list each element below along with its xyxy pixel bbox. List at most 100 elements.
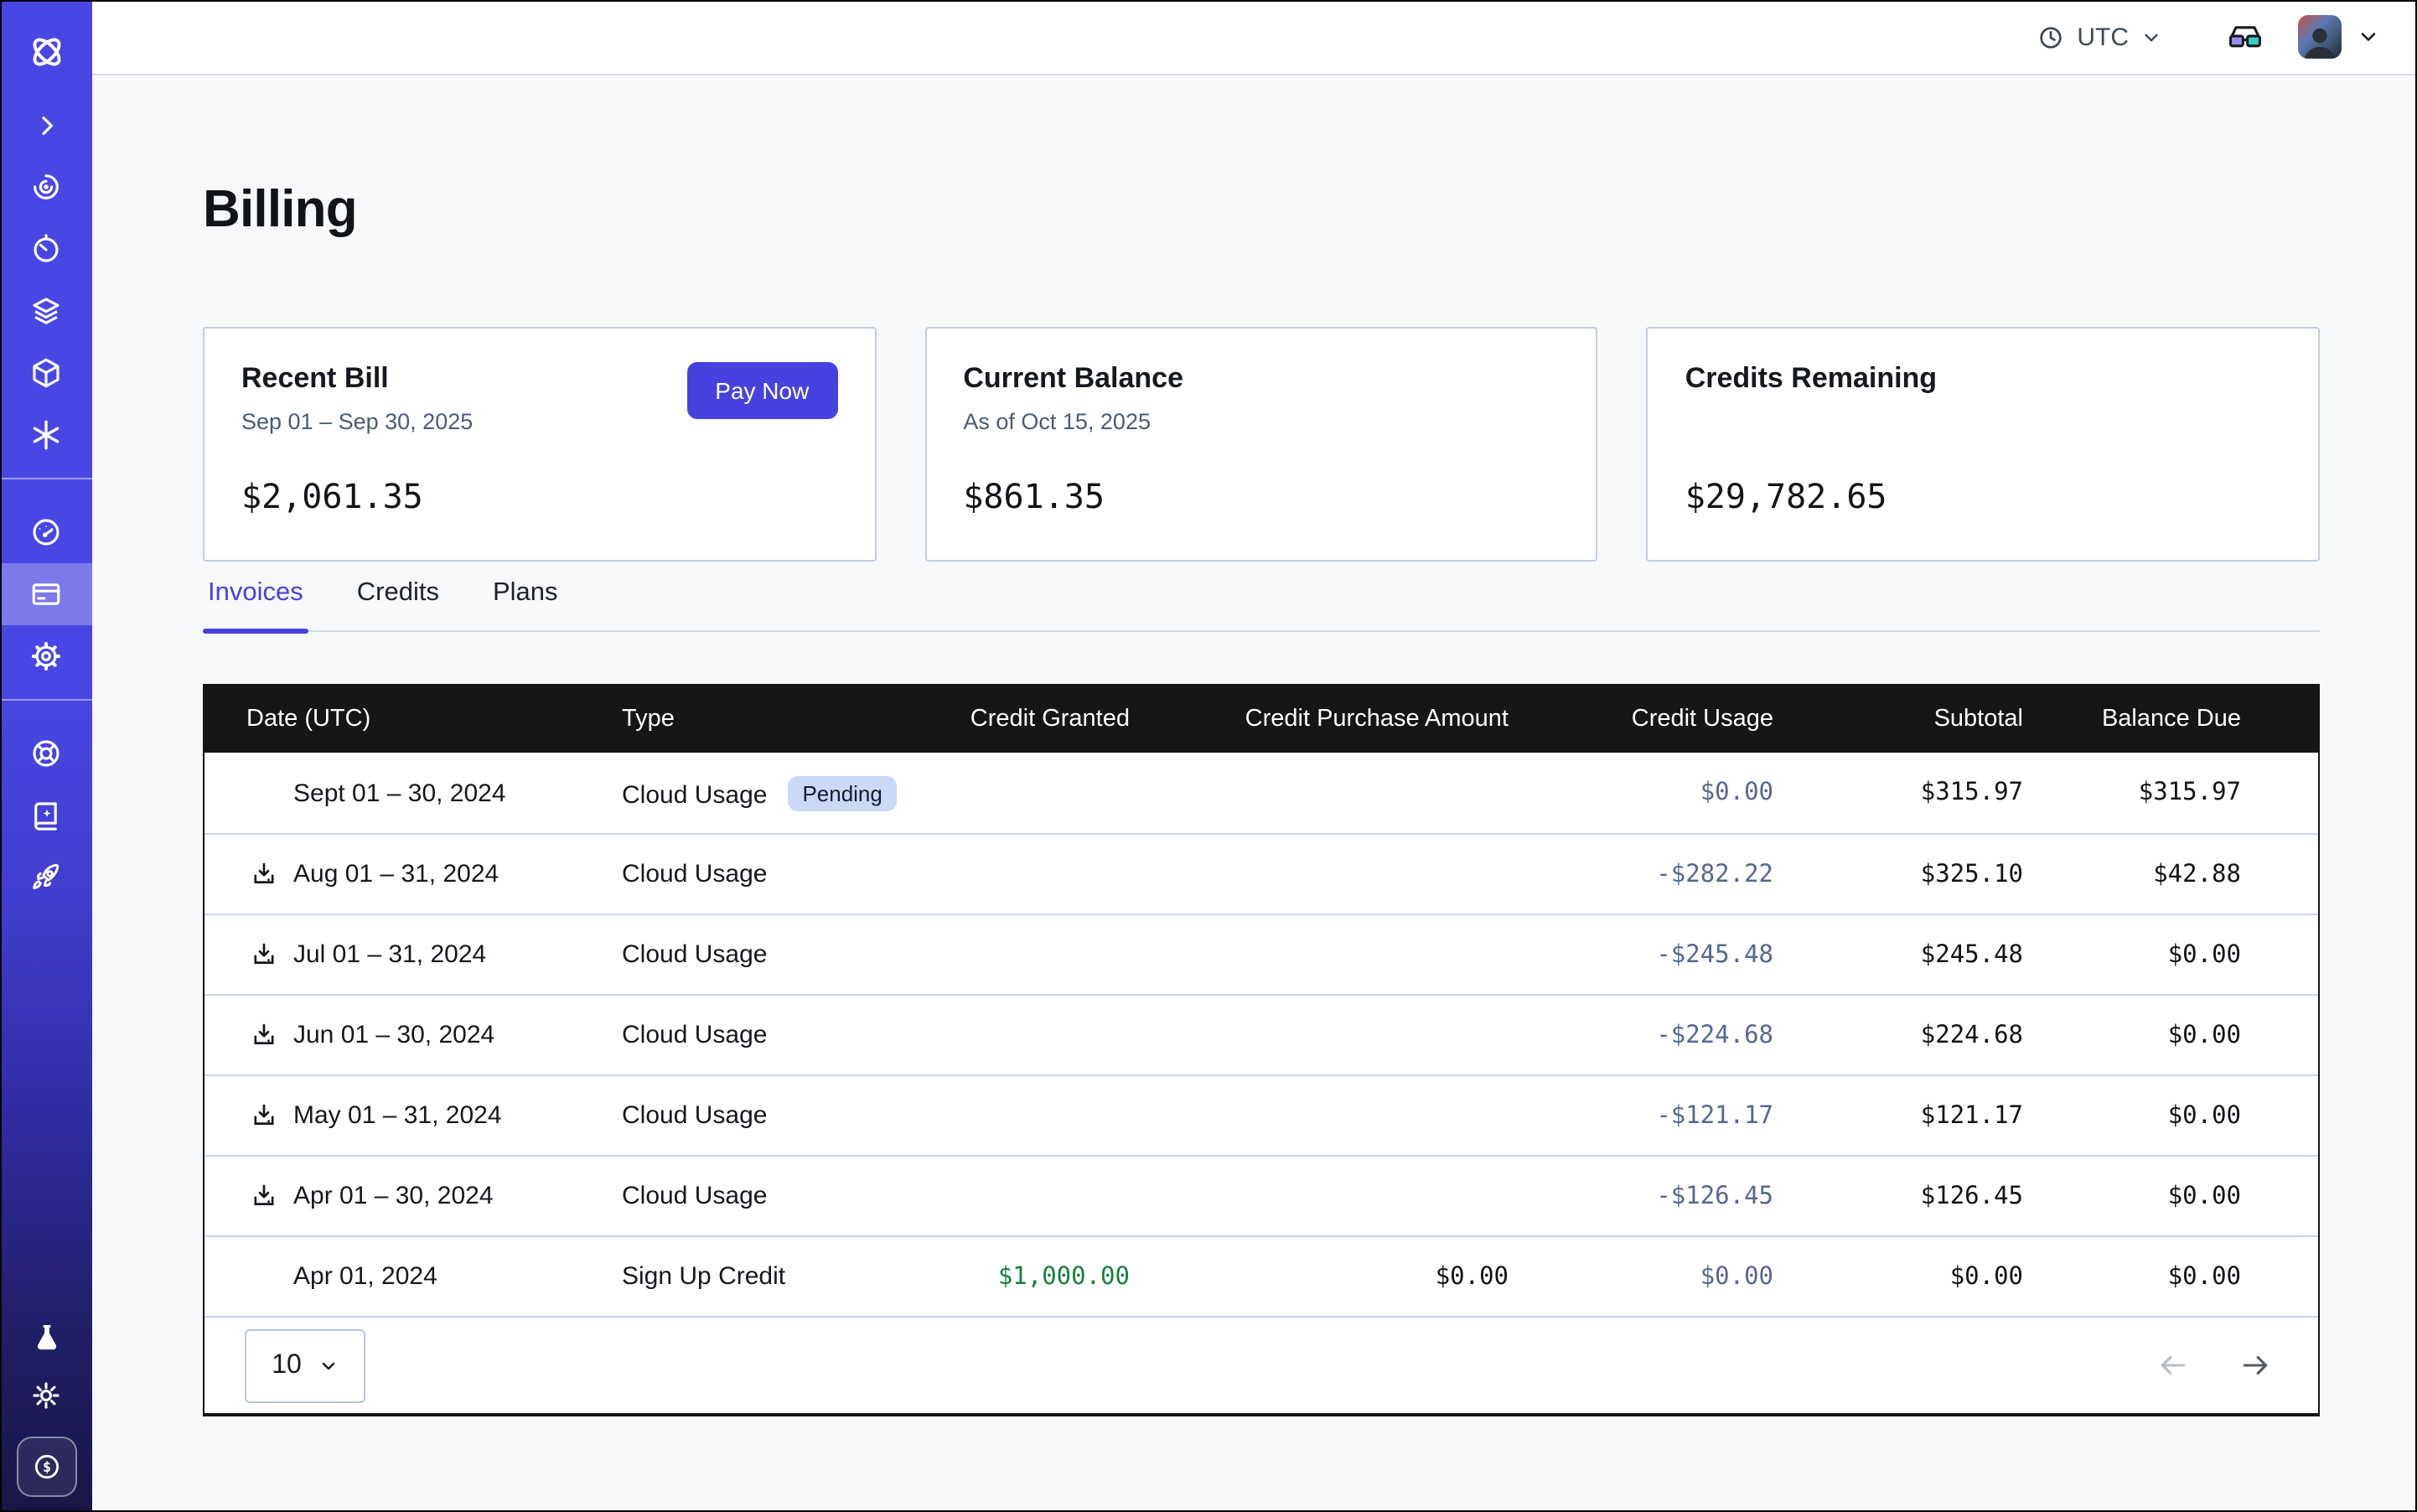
sidebar-item-deployments-layers-icon[interactable]: [0, 280, 92, 342]
chevron-down-icon: [318, 1355, 339, 1375]
sidebar-item-schedules-timer-icon[interactable]: [0, 218, 92, 280]
invoice-date: Aug 01 – 31, 2024: [293, 860, 499, 888]
next-page-arrow-button[interactable]: [2239, 1349, 2271, 1381]
tab-plans[interactable]: Plans: [488, 578, 563, 630]
balance-due-value: $0.00: [2023, 941, 2241, 968]
subtotal-value: $121.17: [1773, 1102, 2023, 1129]
invoice-type-cell: Cloud Usage: [622, 1182, 845, 1210]
temporal-logo-icon[interactable]: [0, 10, 92, 94]
invoice-type: Cloud Usage: [622, 780, 767, 809]
invoice-date: Jul 01 – 31, 2024: [293, 940, 486, 969]
glasses-icon[interactable]: [2226, 22, 2264, 52]
sidebar-expand-chevron-right-icon[interactable]: [0, 94, 92, 156]
credits-remaining-card: Credits Remaining $29,782.65: [1647, 327, 2320, 562]
sidebar-item-docs-book-icon[interactable]: [0, 784, 92, 847]
invoice-date-cell: Jul 01 – 31, 2024: [204, 938, 622, 971]
download-invoice-button[interactable]: [246, 1018, 280, 1052]
invoice-date: Sept 01 – 30, 2024: [293, 779, 506, 807]
sidebar-divider: [0, 478, 92, 479]
avatar[interactable]: [2298, 15, 2342, 59]
invoice-type: Cloud Usage: [622, 860, 767, 888]
billing-tabs: Invoices Credits Plans: [203, 578, 2320, 632]
balance-due-value: $0.00: [2023, 1183, 2241, 1209]
credit-usage-value: $0.00: [1509, 1263, 1773, 1290]
invoice-date-cell: Jun 01 – 30, 2024: [204, 1018, 622, 1052]
table-footer: 10: [204, 1316, 2318, 1413]
tab-invoices[interactable]: Invoices: [203, 578, 308, 630]
sidebar-item-billing-card-icon[interactable]: [0, 563, 92, 625]
tab-credits[interactable]: Credits: [352, 578, 444, 630]
credit-usage-value: -$121.17: [1509, 1102, 1773, 1129]
credit-usage-value: -$245.48: [1509, 941, 1773, 968]
column-header-credit-usage: Credit Usage: [1509, 706, 1773, 733]
subtotal-value: $315.97: [1773, 779, 2023, 806]
card-amount: $2,061.35: [241, 476, 423, 516]
column-header-credit-purchase-amount: Credit Purchase Amount: [1130, 706, 1509, 733]
table-row: Aug 01 – 31, 2024 Cloud Usage -$282.22 $…: [204, 833, 2318, 914]
user-menu-chevron-down-icon[interactable]: [2357, 25, 2380, 49]
table-row: Sept 01 – 30, 2024 Cloud UsagePending $0…: [204, 753, 2318, 833]
download-icon: [249, 940, 277, 969]
table-row: Apr 01, 2024 Sign Up Credit $1,000.00 $0…: [204, 1235, 2318, 1316]
table-row: Jun 01 – 30, 2024 Cloud Usage -$224.68 $…: [204, 994, 2318, 1074]
sidebar-item-namespaces-spiral-icon[interactable]: [0, 156, 92, 218]
sidebar-item-usage-gauge-icon[interactable]: [0, 501, 92, 563]
credits-coin-button[interactable]: $: [16, 1437, 76, 1497]
sidebar-item-nexus-asterisk-icon[interactable]: [0, 404, 92, 466]
invoice-date-cell: Apr 01, 2024: [204, 1260, 622, 1293]
page-size-value: 10: [272, 1350, 302, 1380]
subtotal-value: $245.48: [1773, 941, 2023, 968]
download-icon: [249, 1021, 277, 1049]
table-row: Jul 01 – 31, 2024 Cloud Usage -$245.48 $…: [204, 914, 2318, 994]
balance-due-value: $42.88: [2023, 861, 2241, 888]
card-title: Current Balance: [963, 362, 1559, 396]
invoice-type: Sign Up Credit: [622, 1262, 785, 1291]
page-size-select[interactable]: 10: [245, 1328, 365, 1402]
column-header-subtotal: Subtotal: [1773, 706, 2023, 733]
sidebar-item-getting-started-rocket-icon[interactable]: [0, 847, 92, 909]
download-invoice-button[interactable]: [246, 1099, 280, 1132]
invoice-date: Jun 01 – 30, 2024: [293, 1021, 494, 1049]
invoice-type-cell: Cloud Usage: [622, 1021, 845, 1049]
topbar: UTC: [92, 0, 2417, 75]
chevron-down-icon: [2140, 26, 2162, 48]
invoice-type-cell: Sign Up Credit: [622, 1262, 845, 1291]
invoices-table: Date (UTC) Type Credit Granted Credit Pu…: [203, 684, 2320, 1416]
previous-page-arrow-button[interactable]: [2157, 1349, 2189, 1381]
subtotal-value: $0.00: [1773, 1263, 2023, 1290]
main-content: Billing Recent Bill Sep 01 – Sep 30, 202…: [92, 75, 2417, 1512]
invoice-type: Cloud Usage: [622, 940, 767, 969]
invoice-date-cell: May 01 – 31, 2024: [204, 1099, 622, 1132]
invoice-type-cell: Cloud Usage: [622, 1101, 845, 1130]
column-header-type: Type: [622, 706, 845, 733]
invoice-date-cell: Apr 01 – 30, 2024: [204, 1179, 622, 1213]
sidebar-item-labs-flask-icon[interactable]: [0, 1309, 92, 1366]
download-invoice-button[interactable]: [246, 1179, 280, 1213]
balance-due-value: $0.00: [2023, 1263, 2241, 1290]
invoice-date: Apr 01, 2024: [293, 1262, 437, 1291]
sidebar-item-support-lifebuoy-icon[interactable]: [0, 722, 92, 784]
invoice-type: Cloud Usage: [622, 1021, 767, 1049]
download-invoice-button[interactable]: [246, 938, 280, 971]
invoice-type-cell: Cloud Usage: [622, 860, 845, 888]
pay-now-button[interactable]: Pay Now: [686, 362, 837, 419]
card-amount: $29,782.65: [1685, 476, 1887, 516]
timezone-selector[interactable]: UTC: [2037, 23, 2162, 51]
subtotal-value: $224.68: [1773, 1022, 2023, 1049]
credit-usage-value: $0.00: [1509, 779, 1773, 806]
pagination-controls: [2157, 1349, 2271, 1381]
card-title: Credits Remaining: [1685, 362, 2281, 396]
theme-toggle-sun-icon[interactable]: [0, 1366, 92, 1423]
column-header-date: Date (UTC): [204, 706, 622, 733]
sidebar-item-settings-gear-icon[interactable]: [0, 625, 92, 687]
card-amount: $861.35: [963, 476, 1105, 516]
download-icon: [249, 1182, 277, 1210]
card-subtitle: As of Oct 15, 2025: [963, 409, 1559, 434]
recent-bill-card: Recent Bill Sep 01 – Sep 30, 2025 $2,061…: [203, 327, 876, 562]
invoice-type-cell: Cloud UsagePending: [622, 775, 845, 810]
page-title: Billing: [203, 179, 2320, 240]
sidebar-item-cube-icon[interactable]: [0, 342, 92, 404]
credit-usage-value: -$224.68: [1509, 1022, 1773, 1049]
download-invoice-button[interactable]: [246, 857, 280, 891]
download-icon: [249, 860, 277, 888]
